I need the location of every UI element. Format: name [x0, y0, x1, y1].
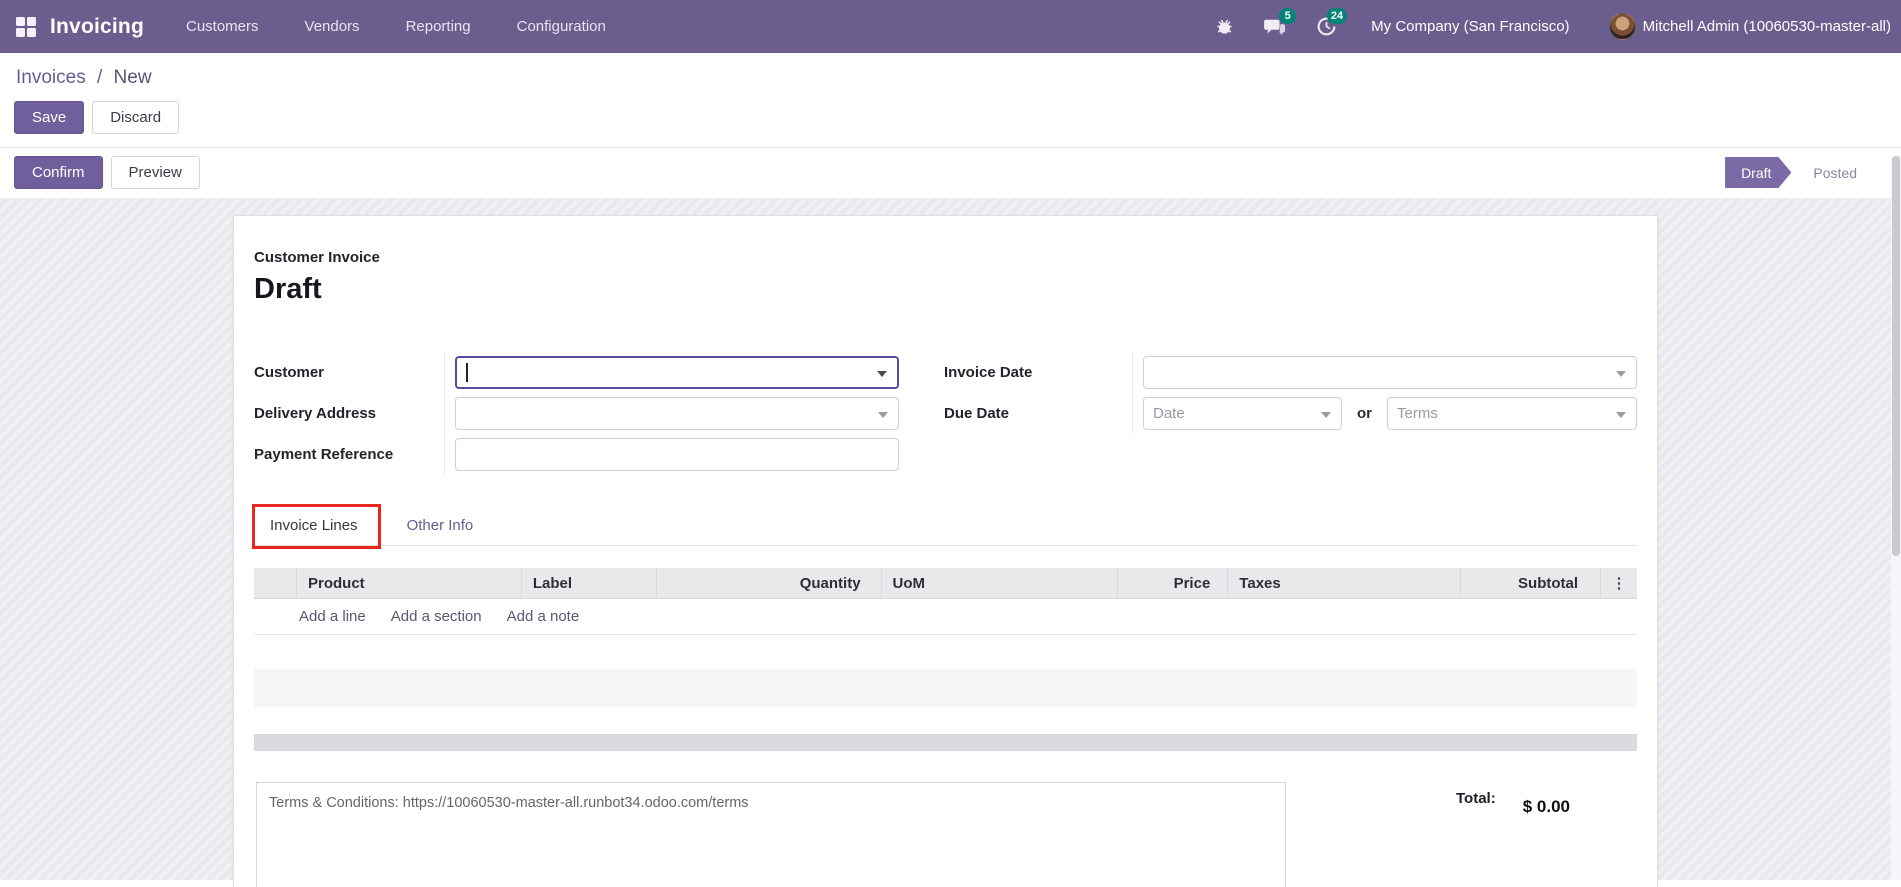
due-date-input[interactable]: Date	[1143, 397, 1342, 430]
customer-input[interactable]	[455, 356, 899, 389]
status-posted[interactable]: Posted	[1791, 165, 1875, 181]
scrollbar-track[interactable]	[1891, 156, 1901, 880]
user-avatar	[1608, 13, 1636, 40]
add-line-row: Add a line Add a section Add a note	[254, 599, 1637, 635]
form-right-column: Invoice Date Due Date Date or Terms	[944, 352, 1637, 475]
invoice-type-label: Customer Invoice	[254, 249, 380, 266]
lines-horizontal-scrollbar[interactable]	[254, 734, 1637, 751]
bug-icon	[1217, 19, 1232, 34]
delivery-address-label: Delivery Address	[254, 393, 445, 434]
column-product[interactable]: Product	[295, 568, 521, 598]
company-switcher[interactable]: My Company (San Francisco)	[1371, 18, 1569, 35]
statusbar: Confirm Preview Draft Posted	[0, 148, 1901, 198]
payment-reference-label: Payment Reference	[254, 434, 445, 475]
delivery-address-widget	[455, 397, 899, 430]
discard-button[interactable]: Discard	[92, 101, 180, 134]
payment-terms-input[interactable]: Terms	[1387, 397, 1637, 430]
customer-field-row: Customer	[254, 352, 899, 393]
scrollbar-thumb[interactable]	[1892, 156, 1900, 556]
chevron-down-icon[interactable]	[1321, 411, 1331, 418]
delivery-address-input[interactable]	[455, 397, 899, 430]
user-menu[interactable]: Mitchell Admin (10060530-master-all)	[1608, 13, 1891, 40]
messages-icon-button[interactable]: 5	[1263, 7, 1297, 39]
terms-placeholder: Terms	[1397, 405, 1438, 422]
navbar-menus: Customers Vendors Reporting Configuratio…	[186, 12, 606, 41]
menu-customers[interactable]: Customers	[186, 12, 259, 41]
or-label: or	[1357, 405, 1372, 422]
total-amount: $ 0.00	[1522, 797, 1570, 816]
empty-lines-band	[254, 669, 1637, 707]
status-steps: Draft Posted	[1725, 157, 1875, 188]
column-quantity[interactable]: Quantity	[655, 568, 881, 598]
due-date-placeholder: Date	[1153, 405, 1185, 422]
invoice-date-label: Invoice Date	[944, 352, 1133, 393]
column-label[interactable]: Label	[520, 568, 656, 598]
totals-block: Total: $ 0.00	[1456, 782, 1570, 817]
invoice-date-field-row: Invoice Date	[944, 352, 1637, 393]
top-navbar: Invoicing Customers Vendors Reporting Co…	[0, 0, 1901, 53]
preview-button[interactable]: Preview	[110, 156, 200, 189]
handle-column	[254, 568, 296, 598]
app-title[interactable]: Invoicing	[50, 15, 144, 39]
form-view-background: Customer Invoice Draft Customer Delivery…	[0, 156, 1901, 887]
add-a-section-link[interactable]: Add a section	[391, 608, 482, 625]
breadcrumb-current: New	[113, 67, 152, 88]
status-draft[interactable]: Draft	[1725, 157, 1791, 188]
column-subtotal[interactable]: Subtotal	[1460, 568, 1600, 598]
breadcrumb-invoices-link[interactable]: Invoices	[16, 67, 86, 88]
due-date-field-row: Due Date Date or Terms	[944, 393, 1637, 434]
delivery-address-field-row: Delivery Address	[254, 393, 899, 434]
user-name: Mitchell Admin (10060530-master-all)	[1642, 18, 1891, 35]
total-label: Total:	[1456, 790, 1496, 807]
column-uom[interactable]: UoM	[880, 568, 1118, 598]
chevron-down-icon[interactable]	[878, 411, 888, 418]
navbar-systray: 5 24 My Company (San Francisco) Mitchell…	[1212, 7, 1891, 40]
chevron-down-icon[interactable]	[1616, 370, 1626, 377]
tab-other-info[interactable]: Other Info	[391, 506, 491, 545]
terms-and-conditions-input[interactable]: Terms & Conditions: https://10060530-mas…	[256, 782, 1286, 887]
text-cursor	[466, 363, 468, 382]
activities-count-badge: 24	[1326, 7, 1348, 24]
menu-reporting[interactable]: Reporting	[406, 12, 471, 41]
optional-columns-icon[interactable]: ⋮	[1600, 568, 1637, 598]
invoice-state-title: Draft	[254, 273, 322, 305]
breadcrumb: Invoices / New	[0, 53, 1901, 93]
debug-bug-icon[interactable]	[1212, 15, 1236, 39]
form-left-column: Customer Delivery Address Payment Refere…	[254, 352, 899, 475]
add-a-note-link[interactable]: Add a note	[507, 608, 580, 625]
save-button[interactable]: Save	[14, 101, 85, 134]
statusbar-actions: Confirm Preview	[14, 156, 200, 189]
menu-configuration[interactable]: Configuration	[517, 12, 606, 41]
record-buttons: Save Discard	[14, 101, 1901, 134]
chevron-down-icon[interactable]	[877, 370, 887, 377]
tab-invoice-lines-label: Invoice Lines	[270, 517, 358, 534]
invoice-sheet: Customer Invoice Draft Customer Delivery…	[233, 215, 1658, 887]
customer-label: Customer	[254, 352, 445, 393]
column-taxes[interactable]: Taxes	[1227, 568, 1460, 598]
add-a-line-link[interactable]: Add a line	[299, 608, 366, 625]
menu-vendors[interactable]: Vendors	[305, 12, 360, 41]
notebook-tabs: Invoice Lines Other Info	[252, 504, 1637, 549]
due-date-widget: Date or Terms	[1143, 397, 1637, 430]
confirm-button[interactable]: Confirm	[14, 156, 103, 189]
payment-reference-widget	[455, 438, 899, 471]
due-date-label: Due Date	[944, 393, 1133, 434]
payment-reference-field-row: Payment Reference	[254, 434, 899, 475]
invoice-form-grid: Customer Delivery Address Payment Refere…	[254, 352, 1637, 475]
invoice-lines-header: Product Label Quantity UoM Price Taxes S…	[254, 568, 1637, 599]
payment-reference-input[interactable]	[455, 438, 899, 471]
activities-icon-button[interactable]: 24	[1314, 7, 1348, 39]
chevron-down-icon[interactable]	[1616, 411, 1626, 418]
breadcrumb-separator: /	[96, 67, 103, 88]
sheet-bottom-section: Terms & Conditions: https://10060530-mas…	[254, 782, 1637, 887]
customer-widget	[455, 356, 899, 389]
control-panel: Invoices / New Save Discard Confirm Prev…	[0, 53, 1901, 198]
apps-menu-icon[interactable]	[16, 16, 36, 37]
messages-count-badge: 5	[1279, 7, 1297, 24]
invoice-date-input[interactable]	[1143, 356, 1637, 389]
tab-invoice-lines[interactable]: Invoice Lines	[252, 504, 381, 549]
column-price[interactable]: Price	[1117, 568, 1227, 598]
invoice-date-widget	[1143, 356, 1637, 389]
